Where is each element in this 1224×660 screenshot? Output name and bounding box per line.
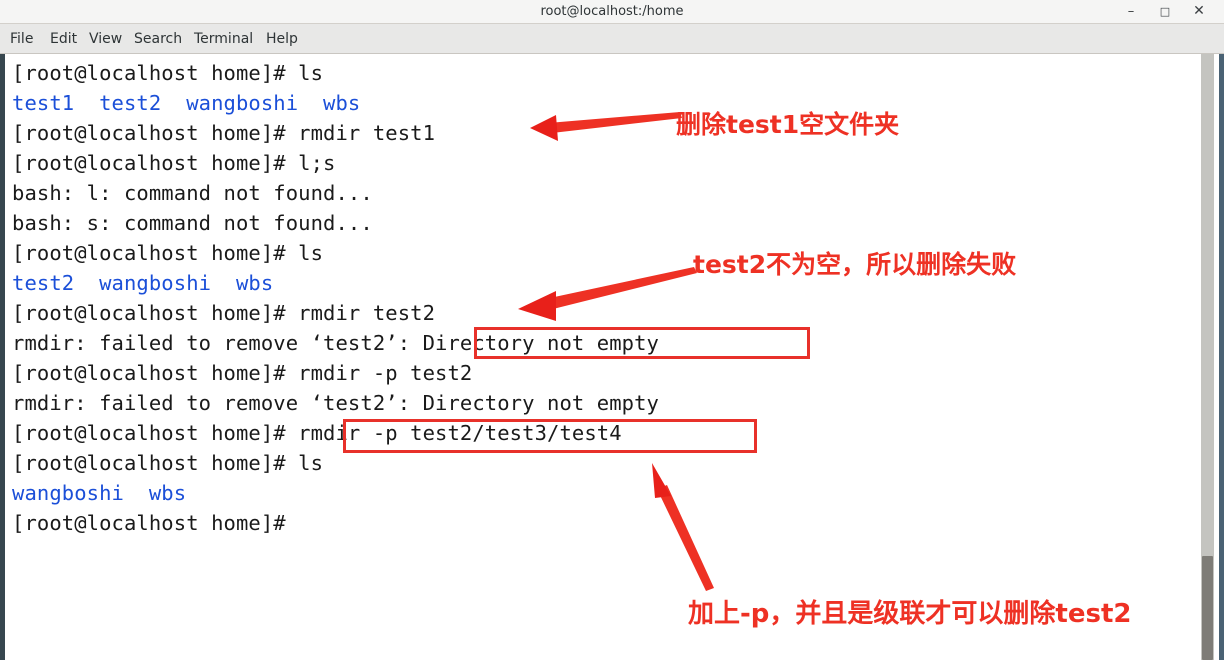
terminal-line: [root@localhost home]# [12,511,286,535]
maximize-button[interactable]: □ [1148,0,1182,23]
menu-item-terminal[interactable]: Terminal [187,24,260,54]
scrollbar-thumb[interactable] [1202,556,1213,660]
terminal-line: bash: l: command not found... [12,181,373,205]
terminal-line: rmdir: failed to remove ‘test2’: Directo… [12,391,659,415]
minimize-button[interactable]: – [1114,0,1148,23]
terminal-line: [root@localhost home]# ls [12,451,324,475]
menu-item-search[interactable]: Search [127,24,189,54]
terminal-output[interactable]: [root@localhost home]# ls test1 test2 wa… [5,54,1211,660]
terminal-line: [root@localhost home]# rmdir test1 [12,121,436,145]
terminal-line: [root@localhost home]# ls [12,61,324,85]
menu-item-view[interactable]: View [82,24,129,54]
terminal-line: wangboshi wbs [12,481,187,505]
terminal-line: [root@localhost home]# rmdir -p test2/te… [12,421,622,445]
window-title: root@localhost:/home [540,4,684,19]
terminal-window: root@localhost:/home – □ ✕ File Edit Vie… [0,0,1224,660]
terminal-line: rmdir: failed to remove ‘test2’: Directo… [12,331,659,355]
menu-item-help[interactable]: Help [259,24,305,54]
terminal-line: [root@localhost home]# rmdir -p test2 [12,361,473,385]
terminal-line: [root@localhost home]# rmdir test2 [12,301,436,325]
menu-bar: File Edit View Search Terminal Help [0,24,1224,54]
menu-item-file[interactable]: File [3,24,40,54]
vertical-scrollbar[interactable] [1201,54,1214,660]
menu-item-edit[interactable]: Edit [43,24,84,54]
terminal-line: test2 wangboshi wbs [12,271,274,295]
terminal-line: [root@localhost home]# l;s [12,151,336,175]
terminal-line: bash: s: command not found... [12,211,373,235]
close-button[interactable]: ✕ [1182,0,1216,23]
terminal-line: test1 test2 wangboshi wbs [12,91,361,115]
terminal-frame: [root@localhost home]# ls test1 test2 wa… [0,54,1224,660]
title-bar: root@localhost:/home – □ ✕ [0,0,1224,24]
terminal-line: [root@localhost home]# ls [12,241,324,265]
